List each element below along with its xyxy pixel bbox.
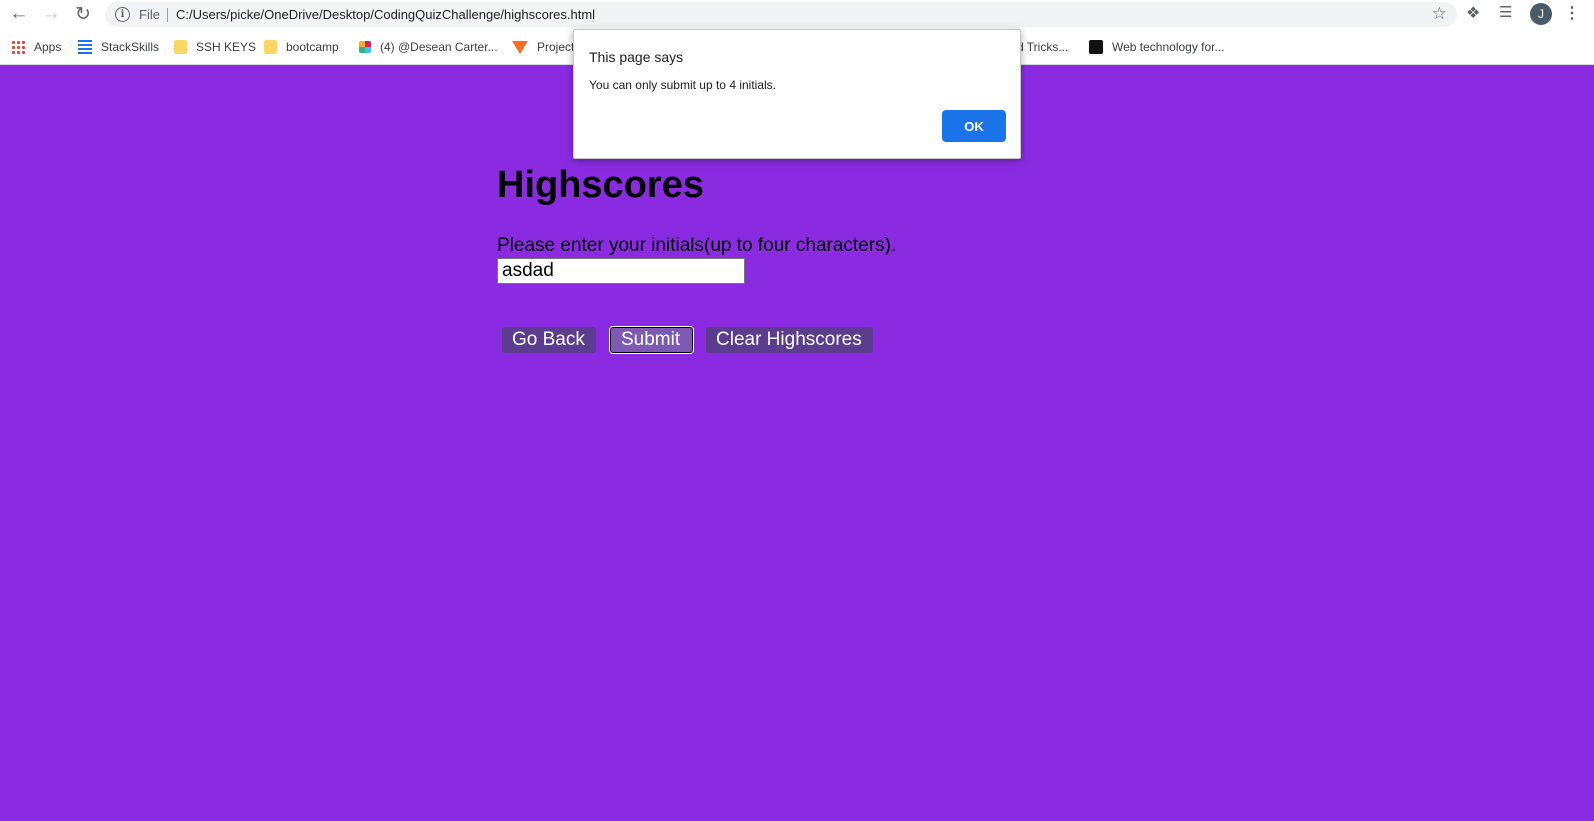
- submit-button[interactable]: Submit: [609, 326, 694, 354]
- initials-input[interactable]: [497, 258, 745, 284]
- slack-icon: [359, 41, 371, 53]
- reload-icon[interactable]: ↻: [70, 2, 96, 26]
- kebab-menu-icon[interactable]: ⋮: [1564, 3, 1580, 23]
- dialog-ok-button[interactable]: OK: [942, 110, 1006, 142]
- url-text[interactable]: C:/Users/picke/OneDrive/Desktop/CodingQu…: [176, 7, 595, 22]
- go-back-button[interactable]: Go Back: [502, 327, 596, 353]
- folder-icon: [174, 40, 187, 54]
- address-bar[interactable]: i File C:/Users/picke/OneDrive/Desktop/C…: [105, 2, 1457, 27]
- bookmark-label: bootcamp: [286, 40, 339, 54]
- bookmark-star-icon[interactable]: ☆: [1432, 4, 1447, 24]
- forward-arrow-icon[interactable]: →: [38, 2, 64, 26]
- initials-prompt: Please enter your initials(up to four ch…: [497, 235, 897, 256]
- info-icon[interactable]: i: [115, 7, 130, 22]
- apps-grid-icon: [11, 40, 25, 54]
- clear-highscores-button[interactable]: Clear Highscores: [706, 327, 873, 353]
- extensions-puzzle-icon[interactable]: ❖: [1466, 3, 1480, 23]
- bookmark-project[interactable]: Project: [512, 37, 574, 57]
- scheme-label: File: [139, 7, 160, 22]
- address-separator: [167, 8, 168, 22]
- page-title: Highscores: [497, 164, 704, 206]
- back-arrow-icon[interactable]: ←: [6, 2, 32, 26]
- bookmark-label: Project: [537, 40, 575, 54]
- media-queue-icon[interactable]: ☰: [1499, 3, 1512, 21]
- bookmark-apps[interactable]: Apps: [11, 37, 61, 57]
- stackskills-icon: [78, 40, 92, 54]
- folder-icon: [264, 40, 277, 54]
- page-content: Highscores Please enter your initials(up…: [0, 65, 1594, 821]
- browser-toolbar: ← → ↻ i File C:/Users/picke/OneDrive/Des…: [0, 0, 1594, 29]
- bookmark-label: StackSkills: [101, 40, 160, 54]
- bookmark-label: Web technology for...: [1112, 40, 1225, 54]
- gitlab-icon: [512, 40, 528, 54]
- bookmark-ssh-keys[interactable]: SSH KEYS: [174, 37, 256, 57]
- bookmark-label: d Tricks...: [1017, 40, 1069, 54]
- profile-avatar[interactable]: J: [1530, 3, 1552, 25]
- webtech-icon: [1089, 40, 1103, 54]
- bookmark-label: Apps: [34, 40, 62, 54]
- bookmark-stackskills[interactable]: StackSkills: [78, 37, 159, 57]
- bookmark-label: (4) @Desean Carter...: [380, 40, 498, 54]
- bookmark-bootcamp[interactable]: bootcamp: [264, 37, 339, 57]
- bookmark-label: SSH KEYS: [196, 40, 257, 54]
- bookmark-web-technology[interactable]: Web technology for...: [1089, 37, 1225, 57]
- dialog-message: You can only submit up to 4 initials.: [589, 78, 777, 92]
- bookmark-tricks[interactable]: d Tricks...: [1017, 37, 1068, 57]
- bookmark-slack[interactable]: (4) @Desean Carter...: [359, 37, 498, 57]
- dialog-title: This page says: [589, 49, 684, 65]
- alert-dialog: This page says You can only submit up to…: [573, 29, 1021, 159]
